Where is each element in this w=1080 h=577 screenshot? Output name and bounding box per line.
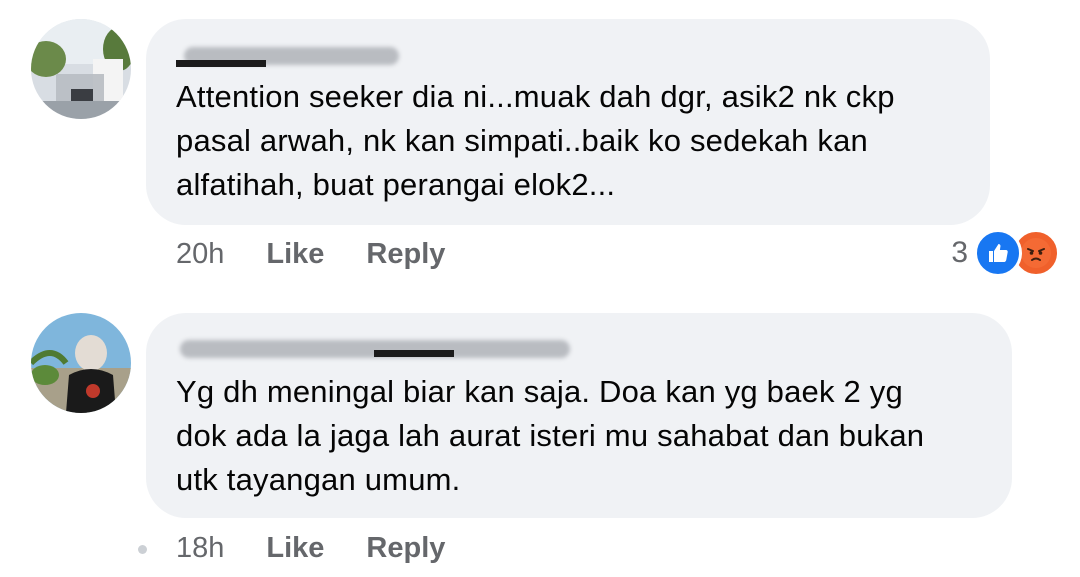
comment-bubble: Attention seeker dia ni...muak dah dgr, … (146, 19, 990, 225)
comment-bubble: Yg dh meningal biar kan saja. Doa kan yg… (146, 313, 1012, 518)
reaction-count: 3 (951, 236, 968, 269)
like-icon (974, 229, 1022, 277)
commenter-avatar[interactable] (31, 19, 131, 119)
comments-section: Attention seeker dia ni...muak dah dgr, … (0, 0, 1080, 577)
reply-button[interactable]: Reply (366, 238, 445, 271)
comment-timestamp[interactable]: 18h (176, 532, 224, 565)
like-button[interactable]: Like (266, 238, 324, 271)
author-name-redacted[interactable] (174, 37, 404, 71)
author-name-redacted[interactable] (174, 330, 574, 364)
comment-line: Yg dh meningal biar kan saja. Doa kan yg… (176, 374, 903, 409)
comment-line: alfatihah, buat perangai elok2... (176, 167, 616, 202)
comment-line: dok ada la jaga lah aurat isteri mu saha… (176, 418, 925, 453)
comment-text: Attention seeker dia ni...muak dah dgr, … (176, 75, 895, 207)
commenter-avatar[interactable] (31, 313, 131, 413)
comment-line: utk tayangan umum. (176, 462, 461, 497)
comment-actions: 20h Like Reply (176, 238, 487, 271)
comment-timestamp[interactable]: 20h (176, 238, 224, 271)
comment-text: Yg dh meningal biar kan saja. Doa kan yg… (176, 370, 924, 502)
comment-line: pasal arwah, nk kan simpati..baik ko sed… (176, 123, 868, 158)
reactions-summary[interactable]: 3 (951, 228, 1060, 278)
comment-line: Attention seeker dia ni...muak dah dgr, … (176, 79, 895, 114)
reply-button[interactable]: Reply (366, 532, 445, 565)
like-button[interactable]: Like (266, 532, 324, 565)
comment-actions: 18h Like Reply (176, 532, 487, 565)
unread-dot (138, 545, 147, 554)
